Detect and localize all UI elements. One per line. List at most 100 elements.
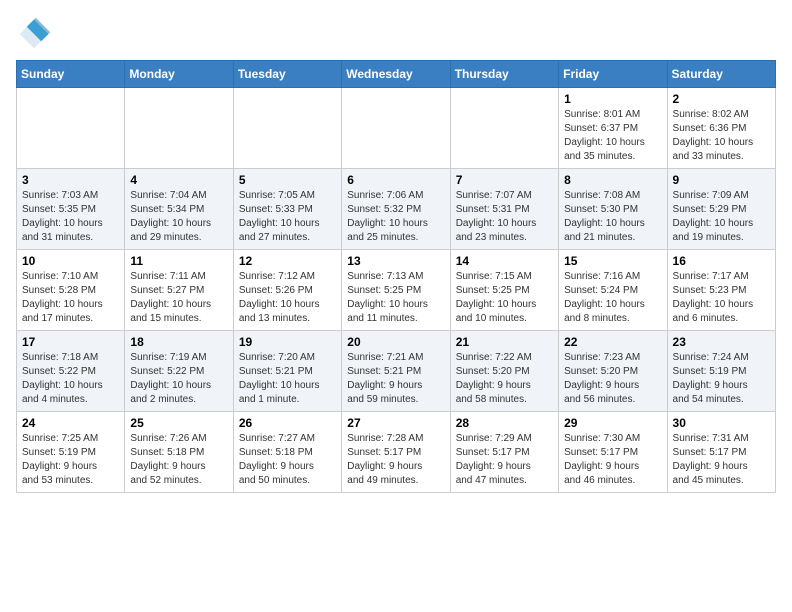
day-number: 5	[239, 173, 336, 187]
day-info: Sunrise: 7:15 AM Sunset: 5:25 PM Dayligh…	[456, 270, 553, 326]
day-info: Sunrise: 7:07 AM Sunset: 5:31 PM Dayligh…	[456, 189, 553, 245]
day-info: Sunrise: 7:20 AM Sunset: 5:21 PM Dayligh…	[239, 351, 336, 407]
day-info: Sunrise: 7:05 AM Sunset: 5:33 PM Dayligh…	[239, 189, 336, 245]
day-number: 13	[347, 254, 444, 268]
day-info: Sunrise: 7:13 AM Sunset: 5:25 PM Dayligh…	[347, 270, 444, 326]
weekday-header-monday: Monday	[125, 61, 233, 88]
day-info: Sunrise: 7:28 AM Sunset: 5:17 PM Dayligh…	[347, 432, 444, 488]
calendar-cell: 5 Sunrise: 7:05 AM Sunset: 5:33 PM Daylig…	[233, 169, 341, 250]
day-info: Sunrise: 8:01 AM Sunset: 6:37 PM Dayligh…	[564, 108, 661, 164]
calendar-cell: 15 Sunrise: 7:16 AM Sunset: 5:24 PM Dayli…	[559, 250, 667, 331]
day-info: Sunrise: 7:31 AM Sunset: 5:17 PM Dayligh…	[673, 432, 770, 488]
calendar-cell: 17Sunrise: 7:18 AM Sunset: 5:22 PM Dayli…	[17, 331, 125, 412]
week-row-4: 17Sunrise: 7:18 AM Sunset: 5:22 PM Dayli…	[17, 331, 776, 412]
calendar-cell: 14 Sunrise: 7:15 AM Sunset: 5:25 PM Dayli…	[450, 250, 558, 331]
day-info: Sunrise: 7:22 AM Sunset: 5:20 PM Dayligh…	[456, 351, 553, 407]
calendar-cell: 28 Sunrise: 7:29 AM Sunset: 5:17 PM Dayli…	[450, 412, 558, 493]
calendar-cell: 29 Sunrise: 7:30 AM Sunset: 5:17 PM Dayli…	[559, 412, 667, 493]
calendar-cell: 1 Sunrise: 8:01 AM Sunset: 6:37 PM Daylig…	[559, 88, 667, 169]
calendar-cell	[450, 88, 558, 169]
calendar-cell	[17, 88, 125, 169]
calendar-cell: 2 Sunrise: 8:02 AM Sunset: 6:36 PM Daylig…	[667, 88, 775, 169]
day-info: Sunrise: 7:12 AM Sunset: 5:26 PM Dayligh…	[239, 270, 336, 326]
calendar-cell: 18Sunrise: 7:19 AM Sunset: 5:22 PM Dayli…	[125, 331, 233, 412]
day-number: 24	[22, 416, 119, 430]
page-header	[16, 16, 776, 52]
day-number: 20	[347, 335, 444, 349]
day-number: 6	[347, 173, 444, 187]
day-info: Sunrise: 7:09 AM Sunset: 5:29 PM Dayligh…	[673, 189, 770, 245]
day-number: 29	[564, 416, 661, 430]
weekday-header-sunday: Sunday	[17, 61, 125, 88]
day-number: 3	[22, 173, 119, 187]
weekday-header-friday: Friday	[559, 61, 667, 88]
day-number: 22	[564, 335, 661, 349]
weekday-header-saturday: Saturday	[667, 61, 775, 88]
day-number: 23	[673, 335, 770, 349]
calendar-cell	[342, 88, 450, 169]
calendar-cell: 12 Sunrise: 7:12 AM Sunset: 5:26 PM Dayli…	[233, 250, 341, 331]
day-number: 12	[239, 254, 336, 268]
calendar-cell: 22 Sunrise: 7:23 AM Sunset: 5:20 PM Dayli…	[559, 331, 667, 412]
day-info: Sunrise: 7:29 AM Sunset: 5:17 PM Dayligh…	[456, 432, 553, 488]
weekday-header-wednesday: Wednesday	[342, 61, 450, 88]
calendar-cell: 7 Sunrise: 7:07 AM Sunset: 5:31 PM Daylig…	[450, 169, 558, 250]
day-info: Sunrise: 7:11 AM Sunset: 5:27 PM Dayligh…	[130, 270, 227, 326]
day-number: 27	[347, 416, 444, 430]
day-info: Sunrise: 8:02 AM Sunset: 6:36 PM Dayligh…	[673, 108, 770, 164]
calendar-cell: 9 Sunrise: 7:09 AM Sunset: 5:29 PM Daylig…	[667, 169, 775, 250]
calendar-cell: 8 Sunrise: 7:08 AM Sunset: 5:30 PM Daylig…	[559, 169, 667, 250]
day-info: Sunrise: 7:16 AM Sunset: 5:24 PM Dayligh…	[564, 270, 661, 326]
calendar-cell: 4 Sunrise: 7:04 AM Sunset: 5:34 PM Daylig…	[125, 169, 233, 250]
week-row-3: 10 Sunrise: 7:10 AM Sunset: 5:28 PM Dayli…	[17, 250, 776, 331]
day-info: Sunrise: 7:10 AM Sunset: 5:28 PM Dayligh…	[22, 270, 119, 326]
calendar-cell: 27 Sunrise: 7:28 AM Sunset: 5:17 PM Dayli…	[342, 412, 450, 493]
calendar-cell: 6 Sunrise: 7:06 AM Sunset: 5:32 PM Daylig…	[342, 169, 450, 250]
day-number: 19	[239, 335, 336, 349]
day-info: Sunrise: 7:27 AM Sunset: 5:18 PM Dayligh…	[239, 432, 336, 488]
day-number: 21	[456, 335, 553, 349]
day-info: Sunrise: 7:26 AM Sunset: 5:18 PM Dayligh…	[130, 432, 227, 488]
week-row-5: 24 Sunrise: 7:25 AM Sunset: 5:19 PM Dayli…	[17, 412, 776, 493]
day-number: 9	[673, 173, 770, 187]
day-number: 14	[456, 254, 553, 268]
day-number: 18	[130, 335, 227, 349]
day-number: 2	[673, 92, 770, 106]
calendar-cell: 20 Sunrise: 7:21 AM Sunset: 5:21 PM Dayli…	[342, 331, 450, 412]
day-number: 10	[22, 254, 119, 268]
day-info: Sunrise: 7:30 AM Sunset: 5:17 PM Dayligh…	[564, 432, 661, 488]
weekday-header-tuesday: Tuesday	[233, 61, 341, 88]
calendar-cell: 10 Sunrise: 7:10 AM Sunset: 5:28 PM Dayli…	[17, 250, 125, 331]
day-info: Sunrise: 7:25 AM Sunset: 5:19 PM Dayligh…	[22, 432, 119, 488]
calendar-cell	[233, 88, 341, 169]
week-row-2: 3Sunrise: 7:03 AM Sunset: 5:35 PM Daylig…	[17, 169, 776, 250]
calendar-cell: 24 Sunrise: 7:25 AM Sunset: 5:19 PM Dayli…	[17, 412, 125, 493]
calendar-cell: 23 Sunrise: 7:24 AM Sunset: 5:19 PM Dayli…	[667, 331, 775, 412]
day-number: 28	[456, 416, 553, 430]
day-info: Sunrise: 7:06 AM Sunset: 5:32 PM Dayligh…	[347, 189, 444, 245]
calendar-table: SundayMondayTuesdayWednesdayThursdayFrid…	[16, 60, 776, 493]
day-number: 25	[130, 416, 227, 430]
day-number: 15	[564, 254, 661, 268]
day-info: Sunrise: 7:21 AM Sunset: 5:21 PM Dayligh…	[347, 351, 444, 407]
calendar-cell: 13 Sunrise: 7:13 AM Sunset: 5:25 PM Dayli…	[342, 250, 450, 331]
day-info: Sunrise: 7:24 AM Sunset: 5:19 PM Dayligh…	[673, 351, 770, 407]
day-number: 4	[130, 173, 227, 187]
calendar-cell: 25 Sunrise: 7:26 AM Sunset: 5:18 PM Dayli…	[125, 412, 233, 493]
day-info: Sunrise: 7:08 AM Sunset: 5:30 PM Dayligh…	[564, 189, 661, 245]
day-info: Sunrise: 7:17 AM Sunset: 5:23 PM Dayligh…	[673, 270, 770, 326]
day-info: Sunrise: 7:04 AM Sunset: 5:34 PM Dayligh…	[130, 189, 227, 245]
calendar-cell: 21 Sunrise: 7:22 AM Sunset: 5:20 PM Dayli…	[450, 331, 558, 412]
calendar-cell: 19 Sunrise: 7:20 AM Sunset: 5:21 PM Dayli…	[233, 331, 341, 412]
day-number: 26	[239, 416, 336, 430]
calendar-cell	[125, 88, 233, 169]
day-number: 7	[456, 173, 553, 187]
week-row-1: 1 Sunrise: 8:01 AM Sunset: 6:37 PM Daylig…	[17, 88, 776, 169]
day-number: 8	[564, 173, 661, 187]
calendar-cell: 3Sunrise: 7:03 AM Sunset: 5:35 PM Daylig…	[17, 169, 125, 250]
day-number: 17	[22, 335, 119, 349]
day-info: Sunrise: 7:23 AM Sunset: 5:20 PM Dayligh…	[564, 351, 661, 407]
calendar-cell: 11Sunrise: 7:11 AM Sunset: 5:27 PM Dayli…	[125, 250, 233, 331]
calendar-cell: 26 Sunrise: 7:27 AM Sunset: 5:18 PM Dayli…	[233, 412, 341, 493]
day-number: 1	[564, 92, 661, 106]
